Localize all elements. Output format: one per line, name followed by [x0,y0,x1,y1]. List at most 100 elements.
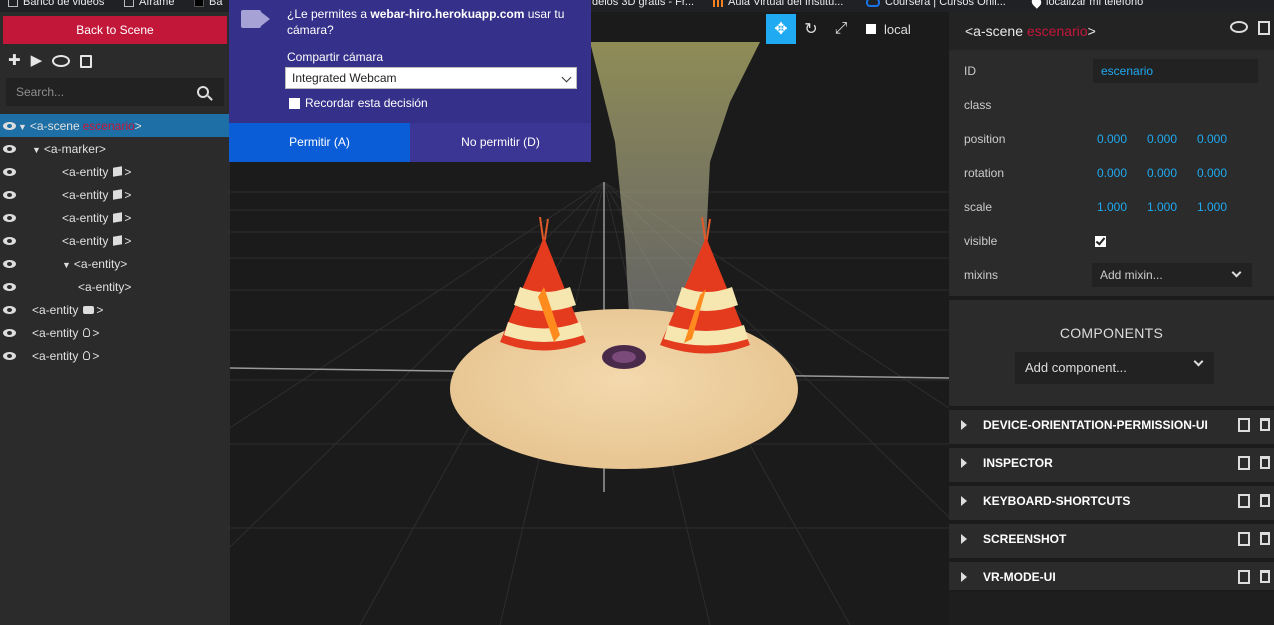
rotation-x[interactable]: 0.000 [1097,166,1127,180]
caret-right-icon[interactable] [961,496,967,506]
component-row[interactable]: DEVICE-ORIENTATION-PERMISSION-UI [949,406,1274,440]
bookmark-banco-videos[interactable]: Banco de videos [8,0,104,8]
tree-row[interactable]: <a-entity> [0,344,230,367]
bookmark-modelos-3d[interactable]: delos 3D gratis - Fr... [592,0,694,8]
allow-button[interactable]: Permitir (A) [229,123,410,162]
trash-icon[interactable] [1260,494,1270,507]
component-name: INSPECTOR [983,456,1053,470]
caret-right-icon[interactable] [961,420,967,430]
back-to-scene-button[interactable]: Back to Scene [3,16,227,44]
prop-mixins: mixins Add mixin... [949,263,1274,287]
mixin-select[interactable]: Add mixin... [1092,263,1252,287]
tree-row[interactable]: <a-entity> [0,229,230,252]
position-y[interactable]: 0.000 [1147,132,1177,146]
aframe-icon[interactable] [52,55,71,67]
scale-y[interactable]: 1.000 [1147,200,1177,214]
eye-icon[interactable] [3,260,16,268]
eye-icon[interactable] [3,145,16,153]
components-section: COMPONENTS Add component... [949,296,1274,406]
bookmark-coursera[interactable]: Coursera | Cursos Onli... [866,0,1006,8]
camera-icon [83,305,95,314]
tree-row[interactable]: <a-entity> [0,298,230,321]
id-input[interactable]: escenario [1093,59,1258,83]
eye-icon[interactable] [3,283,16,291]
tree-row[interactable]: <a-entity> [0,160,230,183]
camera-select[interactable]: Integrated Webcam [285,67,577,89]
chevron-down-icon [561,72,572,83]
component-row[interactable]: VR-MODE-UI [949,558,1274,592]
eye-icon[interactable] [3,122,16,130]
local-toggle[interactable]: local [866,22,911,37]
scale-icon[interactable]: ⤢ [826,14,856,44]
tree-row[interactable]: ▼ <a-marker> [0,137,230,160]
search-input[interactable] [6,85,191,99]
copy-icon[interactable] [1238,456,1250,470]
trash-icon[interactable] [1260,570,1270,583]
tepee-right [660,217,750,354]
aframe-icon[interactable] [1230,21,1248,33]
save-icon[interactable] [80,54,93,68]
rotation-z[interactable]: 0.000 [1197,166,1227,180]
tag-end: > [124,233,132,248]
position-x[interactable]: 0.000 [1097,132,1127,146]
prop-rotation: rotation 0.000 0.000 0.000 [964,166,1228,180]
caret-right-icon[interactable] [961,572,967,582]
caret-right-icon[interactable] [961,534,967,544]
tree-row[interactable]: <a-entity> [0,206,230,229]
bookmark-localizar[interactable]: localizar mi teléfono [1029,0,1143,9]
scale-z[interactable]: 1.000 [1197,200,1227,214]
camera-permission-dialog: ¿Le permites a webar-hiro.herokuapp.com … [229,0,591,162]
add-entity-icon[interactable]: ✚ [8,53,21,69]
visible-checkbox[interactable] [1095,235,1106,247]
trash-icon[interactable] [1260,532,1270,545]
eye-icon[interactable] [3,306,16,314]
eye-icon[interactable] [3,168,16,176]
rotate-icon[interactable]: ↻ [796,14,826,44]
tree-row[interactable]: ▼ <a-scene escenario> [0,114,230,137]
eye-icon[interactable] [3,352,16,360]
copy-icon[interactable] [1238,494,1250,508]
position-z[interactable]: 0.000 [1197,132,1227,146]
caret-down-icon[interactable]: ▼ [18,122,27,132]
bookmark-aframe[interactable]: Aframe [124,0,174,8]
bookmark-aula-virtual[interactable]: Aula Virtual del Institu... [713,0,843,8]
translate-icon[interactable]: ✥ [766,14,796,44]
caret-down-icon[interactable]: ▼ [32,145,41,155]
caret-right-icon[interactable] [961,458,967,468]
properties-panel: <a-scene escenario> ID escenario class p… [949,12,1274,625]
scale-x[interactable]: 1.000 [1097,200,1127,214]
tag-end: > [124,164,132,179]
entity-tag: <a-entity [62,187,109,202]
trash-icon[interactable] [1260,418,1270,431]
trash-icon[interactable] [1260,456,1270,469]
component-row[interactable]: INSPECTOR [949,444,1274,478]
copy-icon[interactable] [1238,532,1250,546]
play-icon[interactable]: ▶ [31,53,43,69]
entity-title: <a-scene escenario> [965,23,1096,39]
folder-icon [8,0,18,7]
remember-decision[interactable]: Recordar esta decisión [289,96,428,110]
deny-button[interactable]: No permitir (D) [410,123,591,162]
copy-icon[interactable] [1258,21,1270,35]
add-component-select[interactable]: Add component... [1015,352,1214,384]
eye-icon[interactable] [3,237,16,245]
remember-checkbox[interactable] [289,97,300,109]
rotation-y[interactable]: 0.000 [1147,166,1177,180]
tree-row[interactable]: <a-entity> [0,275,230,298]
tree-row[interactable]: <a-entity> [0,321,230,344]
bookmark-ba[interactable]: Ba [194,0,222,8]
eye-icon[interactable] [3,214,16,222]
component-row[interactable]: SCREENSHOT [949,520,1274,554]
caret-down-icon[interactable]: ▼ [62,260,71,270]
local-checkbox[interactable] [866,24,876,34]
eye-icon[interactable] [3,191,16,199]
tree-row[interactable]: <a-entity> [0,183,230,206]
tag-end: > [124,210,132,225]
search-icon[interactable] [197,86,209,98]
copy-icon[interactable] [1238,570,1250,584]
copy-icon[interactable] [1238,418,1250,432]
component-row[interactable]: KEYBOARD-SHORTCUTS [949,482,1274,516]
eye-icon[interactable] [3,329,16,337]
tree-row[interactable]: ▼ <a-entity> [0,252,230,275]
tag-end: > [92,325,100,340]
